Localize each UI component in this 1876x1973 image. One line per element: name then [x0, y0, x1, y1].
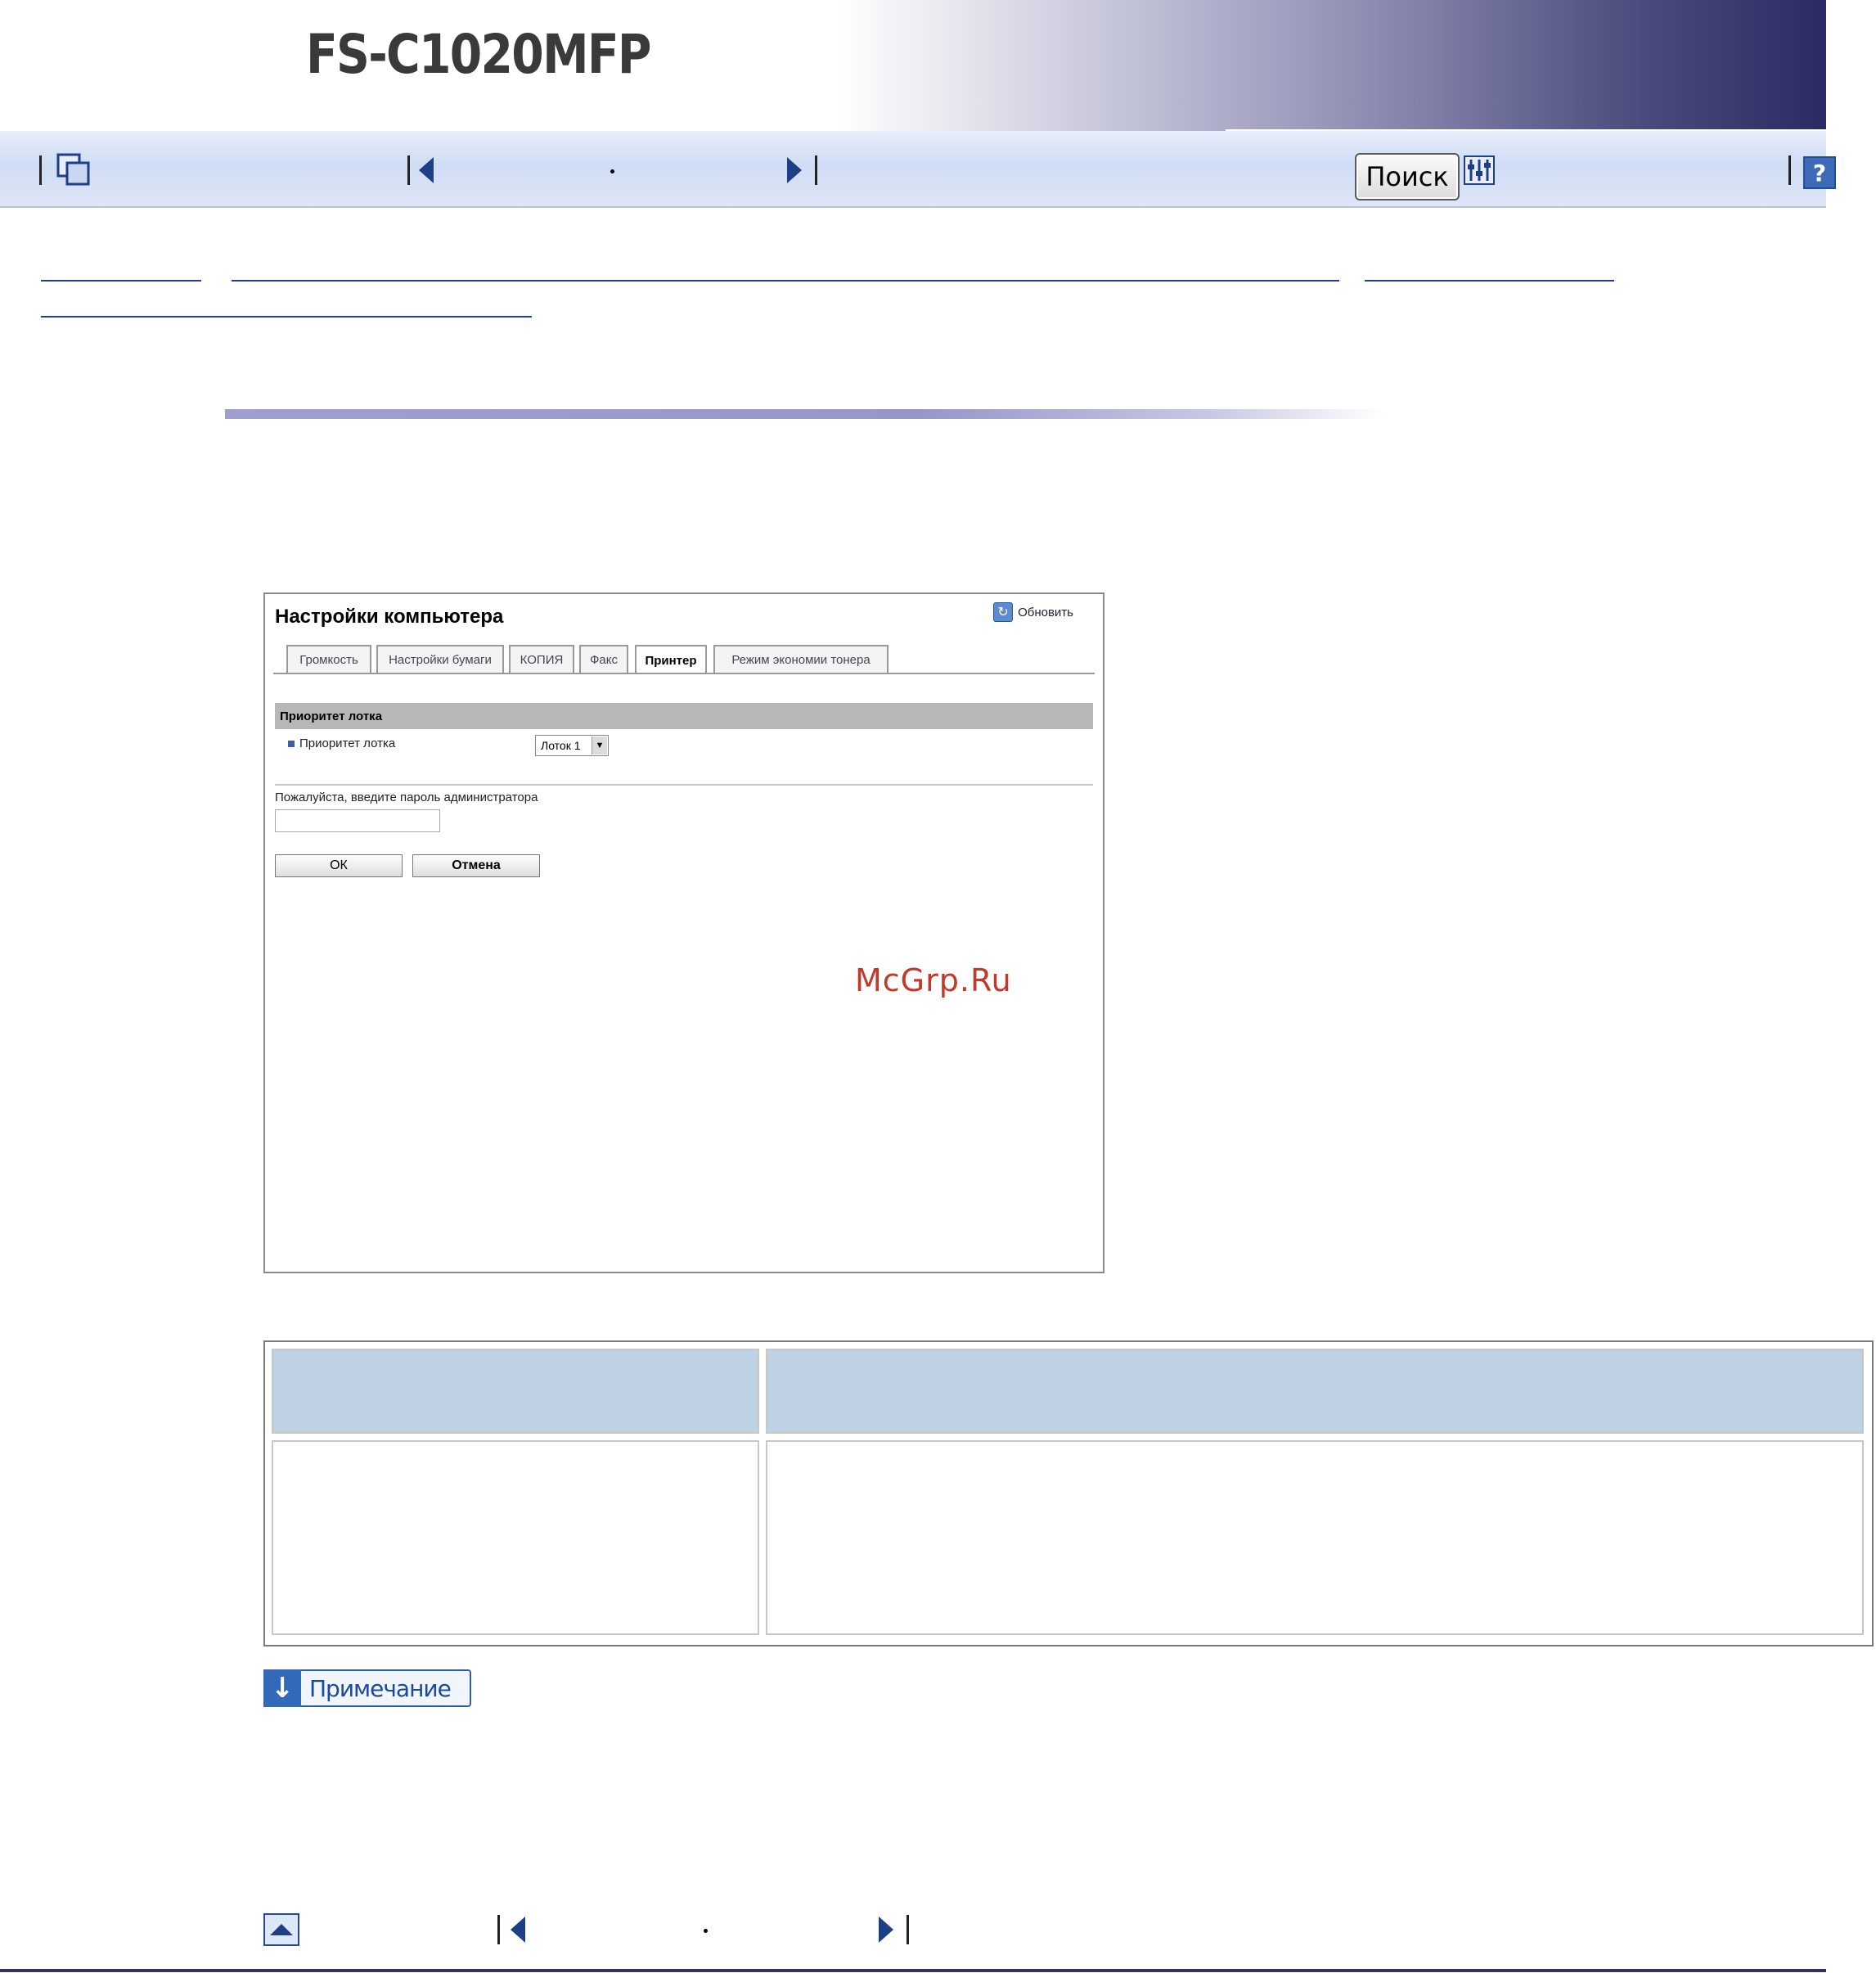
table-header-cell	[272, 1349, 759, 1434]
arrow-down-icon: ↓	[263, 1669, 301, 1707]
next-page-icon[interactable]	[879, 1917, 893, 1943]
refresh-icon: ↻	[993, 602, 1014, 622]
chevron-down-icon: ▼	[592, 736, 607, 755]
toolbar-separator	[39, 155, 42, 185]
tab-fax: Факс	[579, 645, 628, 673]
breadcrumb-link-1[interactable]	[41, 280, 201, 282]
toolbar-highlight	[1226, 129, 1826, 131]
previous-page-icon[interactable]	[511, 1917, 525, 1943]
title-rule	[225, 409, 1383, 419]
page-indicator	[610, 169, 614, 173]
breadcrumb-link-4[interactable]	[41, 316, 532, 318]
settings-icon[interactable]	[1463, 155, 1496, 187]
divider	[275, 784, 1093, 786]
password-label: Пожалуйста, введите пароль администратор…	[275, 791, 538, 804]
footer-rule	[0, 1969, 1826, 1972]
toolbar-separator	[815, 155, 817, 185]
toolbar-separator	[1788, 155, 1791, 185]
select-value: Лоток 1	[541, 739, 581, 752]
section-header: Приоритет лотка	[275, 703, 1093, 729]
back-to-top-button[interactable]	[263, 1913, 299, 1946]
tab-baseline	[273, 673, 1095, 674]
help-icon[interactable]: ?	[1803, 156, 1836, 189]
previous-page-icon[interactable]	[419, 157, 434, 183]
tab-paper-settings: Настройки бумаги	[376, 645, 504, 673]
tab-toner-saving: Режим экономии тонера	[713, 645, 889, 673]
note-button[interactable]: ↓ Примечание	[263, 1669, 471, 1707]
table-cell	[272, 1440, 759, 1635]
bullet-icon	[288, 740, 295, 747]
tab-volume: Громкость	[286, 645, 371, 673]
next-page-icon[interactable]	[787, 157, 802, 183]
screenshot-title: Настройки компьютера	[275, 606, 504, 628]
page-indicator	[704, 1929, 708, 1933]
arrow-up-icon	[270, 1924, 293, 1935]
web-image-monitor-screenshot: Настройки компьютера ↻ Обновить Громкост…	[263, 592, 1104, 1273]
tab-copy: КОПИЯ	[509, 645, 574, 673]
header-banner	[0, 0, 1826, 131]
product-logo: FS-C1020MFP	[306, 23, 652, 86]
watermark: McGrp.Ru	[855, 962, 1012, 998]
search-button[interactable]: Поиск	[1355, 153, 1460, 200]
toolbar-separator	[907, 1915, 909, 1944]
table-cell	[766, 1440, 1864, 1635]
breadcrumb-link-3[interactable]	[1365, 280, 1614, 282]
setting-label: Приоритет лотка	[299, 736, 396, 750]
breadcrumb-link-2[interactable]	[232, 280, 1339, 282]
toolbar-separator	[497, 1915, 500, 1944]
refresh-link: ↻ Обновить	[993, 602, 1073, 622]
table-header-cell	[766, 1349, 1864, 1434]
cancel-button: Отмена	[412, 854, 540, 877]
toolbar-separator	[407, 155, 410, 185]
tab-printer: Принтер	[635, 645, 707, 674]
home-icon[interactable]	[56, 152, 93, 188]
ok-button: ОК	[275, 854, 403, 877]
setting-row: Приоритет лотка	[288, 736, 395, 750]
note-label: Примечание	[309, 1674, 452, 1702]
refresh-label: Обновить	[1018, 605, 1073, 619]
password-field	[275, 809, 440, 832]
navigation-toolbar	[0, 131, 1826, 208]
tray-priority-select: Лоток 1 ▼	[535, 735, 609, 756]
settings-table	[263, 1340, 1874, 1646]
